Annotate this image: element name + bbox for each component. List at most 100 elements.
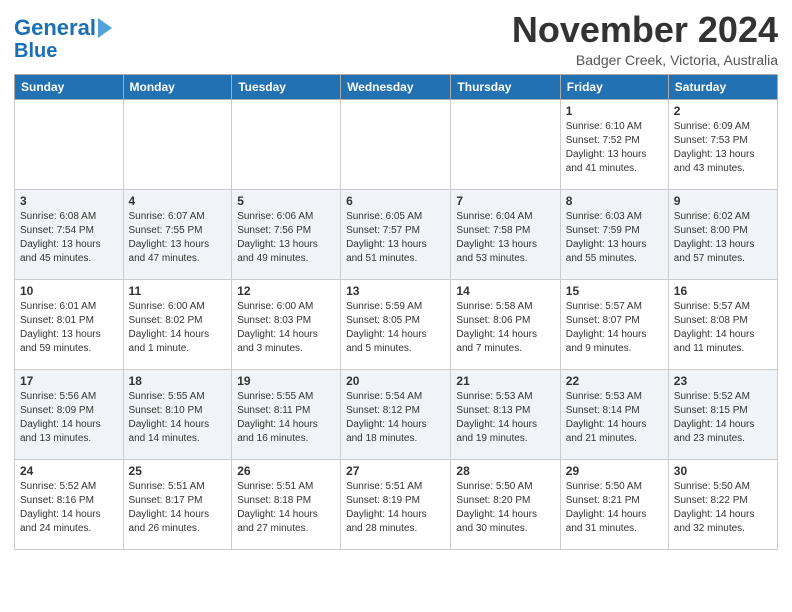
day-number: 15 bbox=[566, 284, 663, 298]
weekday-header: Friday bbox=[560, 74, 668, 99]
calendar-cell: 7 Sunrise: 6:04 AM Sunset: 7:58 PM Daylig… bbox=[451, 189, 560, 279]
day-info: Sunrise: 6:03 AM Sunset: 7:59 PM Dayligh… bbox=[566, 210, 663, 266]
day-number: 25 bbox=[129, 464, 227, 478]
weekday-header: Monday bbox=[123, 74, 232, 99]
day-number: 8 bbox=[566, 194, 663, 208]
day-info: Sunrise: 6:10 AM Sunset: 7:52 PM Dayligh… bbox=[566, 120, 663, 176]
day-number: 11 bbox=[129, 284, 227, 298]
month-title: November 2024 bbox=[512, 10, 778, 50]
calendar-cell: 22 Sunrise: 5:53 AM Sunset: 8:14 PM Dayli… bbox=[560, 369, 668, 459]
day-number: 20 bbox=[346, 374, 445, 388]
weekday-header: Tuesday bbox=[232, 74, 341, 99]
day-info: Sunrise: 5:58 AM Sunset: 8:06 PM Dayligh… bbox=[456, 300, 554, 356]
day-info: Sunrise: 5:51 AM Sunset: 8:17 PM Dayligh… bbox=[129, 480, 227, 536]
day-info: Sunrise: 5:57 AM Sunset: 8:07 PM Dayligh… bbox=[566, 300, 663, 356]
day-number: 4 bbox=[129, 194, 227, 208]
day-info: Sunrise: 5:53 AM Sunset: 8:13 PM Dayligh… bbox=[456, 390, 554, 446]
day-info: Sunrise: 6:00 AM Sunset: 8:03 PM Dayligh… bbox=[237, 300, 335, 356]
day-number: 6 bbox=[346, 194, 445, 208]
day-number: 5 bbox=[237, 194, 335, 208]
calendar-cell: 20 Sunrise: 5:54 AM Sunset: 8:12 PM Dayli… bbox=[341, 369, 451, 459]
calendar-cell: 13Sunrise: 5:59 AM Sunset: 8:05 PM Dayli… bbox=[341, 279, 451, 369]
calendar-cell: 3Sunrise: 6:08 AM Sunset: 7:54 PM Daylig… bbox=[15, 189, 124, 279]
calendar-cell: 27 Sunrise: 5:51 AM Sunset: 8:19 PM Dayli… bbox=[341, 459, 451, 549]
calendar-week-row: 1 Sunrise: 6:10 AM Sunset: 7:52 PM Daylig… bbox=[15, 99, 778, 189]
calendar-cell: 21Sunrise: 5:53 AM Sunset: 8:13 PM Dayli… bbox=[451, 369, 560, 459]
calendar-cell: 4 Sunrise: 6:07 AM Sunset: 7:55 PM Daylig… bbox=[123, 189, 232, 279]
weekday-header: Wednesday bbox=[341, 74, 451, 99]
day-info: Sunrise: 5:51 AM Sunset: 8:18 PM Dayligh… bbox=[237, 480, 335, 536]
day-info: Sunrise: 6:02 AM Sunset: 8:00 PM Dayligh… bbox=[674, 210, 772, 266]
calendar-cell: 14 Sunrise: 5:58 AM Sunset: 8:06 PM Dayli… bbox=[451, 279, 560, 369]
day-number: 12 bbox=[237, 284, 335, 298]
day-info: Sunrise: 5:50 AM Sunset: 8:22 PM Dayligh… bbox=[674, 480, 772, 536]
calendar-cell: 15 Sunrise: 5:57 AM Sunset: 8:07 PM Dayli… bbox=[560, 279, 668, 369]
day-number: 7 bbox=[456, 194, 554, 208]
calendar-cell: 5Sunrise: 6:06 AM Sunset: 7:56 PM Daylig… bbox=[232, 189, 341, 279]
logo-arrow-icon bbox=[98, 18, 112, 38]
calendar-cell: 6Sunrise: 6:05 AM Sunset: 7:57 PM Daylig… bbox=[341, 189, 451, 279]
day-info: Sunrise: 5:57 AM Sunset: 8:08 PM Dayligh… bbox=[674, 300, 772, 356]
weekday-header: Thursday bbox=[451, 74, 560, 99]
day-info: Sunrise: 6:07 AM Sunset: 7:55 PM Dayligh… bbox=[129, 210, 227, 266]
day-info: Sunrise: 6:00 AM Sunset: 8:02 PM Dayligh… bbox=[129, 300, 227, 356]
day-info: Sunrise: 5:52 AM Sunset: 8:16 PM Dayligh… bbox=[20, 480, 118, 536]
calendar-table: SundayMondayTuesdayWednesdayThursdayFrid… bbox=[14, 74, 778, 550]
day-info: Sunrise: 5:53 AM Sunset: 8:14 PM Dayligh… bbox=[566, 390, 663, 446]
day-info: Sunrise: 5:56 AM Sunset: 8:09 PM Dayligh… bbox=[20, 390, 118, 446]
calendar-header-row: SundayMondayTuesdayWednesdayThursdayFrid… bbox=[15, 74, 778, 99]
day-info: Sunrise: 5:50 AM Sunset: 8:21 PM Dayligh… bbox=[566, 480, 663, 536]
day-info: Sunrise: 5:55 AM Sunset: 8:10 PM Dayligh… bbox=[129, 390, 227, 446]
weekday-header: Saturday bbox=[668, 74, 777, 99]
calendar-cell: 10Sunrise: 6:01 AM Sunset: 8:01 PM Dayli… bbox=[15, 279, 124, 369]
day-info: Sunrise: 5:52 AM Sunset: 8:15 PM Dayligh… bbox=[674, 390, 772, 446]
calendar-cell bbox=[123, 99, 232, 189]
calendar-cell: 17Sunrise: 5:56 AM Sunset: 8:09 PM Dayli… bbox=[15, 369, 124, 459]
day-number: 9 bbox=[674, 194, 772, 208]
day-number: 13 bbox=[346, 284, 445, 298]
calendar-cell: 23Sunrise: 5:52 AM Sunset: 8:15 PM Dayli… bbox=[668, 369, 777, 459]
day-number: 26 bbox=[237, 464, 335, 478]
calendar-week-row: 17Sunrise: 5:56 AM Sunset: 8:09 PM Dayli… bbox=[15, 369, 778, 459]
day-number: 22 bbox=[566, 374, 663, 388]
calendar-cell: 18 Sunrise: 5:55 AM Sunset: 8:10 PM Dayli… bbox=[123, 369, 232, 459]
logo-text: General bbox=[14, 16, 96, 40]
calendar-cell: 26 Sunrise: 5:51 AM Sunset: 8:18 PM Dayli… bbox=[232, 459, 341, 549]
header: General Blue November 2024 Badger Creek,… bbox=[14, 10, 778, 68]
day-info: Sunrise: 6:09 AM Sunset: 7:53 PM Dayligh… bbox=[674, 120, 772, 176]
day-number: 1 bbox=[566, 104, 663, 118]
day-info: Sunrise: 6:01 AM Sunset: 8:01 PM Dayligh… bbox=[20, 300, 118, 356]
calendar-cell: 16 Sunrise: 5:57 AM Sunset: 8:08 PM Dayli… bbox=[668, 279, 777, 369]
calendar-cell: 1 Sunrise: 6:10 AM Sunset: 7:52 PM Daylig… bbox=[560, 99, 668, 189]
day-info: Sunrise: 5:51 AM Sunset: 8:19 PM Dayligh… bbox=[346, 480, 445, 536]
day-number: 28 bbox=[456, 464, 554, 478]
day-number: 14 bbox=[456, 284, 554, 298]
calendar-week-row: 24 Sunrise: 5:52 AM Sunset: 8:16 PM Dayli… bbox=[15, 459, 778, 549]
calendar-cell: 9 Sunrise: 6:02 AM Sunset: 8:00 PM Daylig… bbox=[668, 189, 777, 279]
calendar-cell bbox=[451, 99, 560, 189]
day-number: 16 bbox=[674, 284, 772, 298]
day-number: 24 bbox=[20, 464, 118, 478]
calendar-cell: 24 Sunrise: 5:52 AM Sunset: 8:16 PM Dayli… bbox=[15, 459, 124, 549]
calendar-cell: 19Sunrise: 5:55 AM Sunset: 8:11 PM Dayli… bbox=[232, 369, 341, 459]
calendar-cell: 8 Sunrise: 6:03 AM Sunset: 7:59 PM Daylig… bbox=[560, 189, 668, 279]
calendar-cell: 30Sunrise: 5:50 AM Sunset: 8:22 PM Dayli… bbox=[668, 459, 777, 549]
calendar-cell: 2 Sunrise: 6:09 AM Sunset: 7:53 PM Daylig… bbox=[668, 99, 777, 189]
day-number: 18 bbox=[129, 374, 227, 388]
calendar-cell: 25 Sunrise: 5:51 AM Sunset: 8:17 PM Dayli… bbox=[123, 459, 232, 549]
day-info: Sunrise: 6:08 AM Sunset: 7:54 PM Dayligh… bbox=[20, 210, 118, 266]
logo: General Blue bbox=[14, 16, 112, 62]
day-info: Sunrise: 5:54 AM Sunset: 8:12 PM Dayligh… bbox=[346, 390, 445, 446]
day-number: 27 bbox=[346, 464, 445, 478]
day-info: Sunrise: 6:04 AM Sunset: 7:58 PM Dayligh… bbox=[456, 210, 554, 266]
day-info: Sunrise: 5:55 AM Sunset: 8:11 PM Dayligh… bbox=[237, 390, 335, 446]
day-number: 2 bbox=[674, 104, 772, 118]
calendar-cell: 12 Sunrise: 6:00 AM Sunset: 8:03 PM Dayli… bbox=[232, 279, 341, 369]
calendar-week-row: 10Sunrise: 6:01 AM Sunset: 8:01 PM Dayli… bbox=[15, 279, 778, 369]
subtitle: Badger Creek, Victoria, Australia bbox=[512, 52, 778, 68]
calendar-cell bbox=[232, 99, 341, 189]
logo-blue-text: Blue bbox=[14, 40, 57, 62]
calendar-cell: 28Sunrise: 5:50 AM Sunset: 8:20 PM Dayli… bbox=[451, 459, 560, 549]
calendar-cell: 11 Sunrise: 6:00 AM Sunset: 8:02 PM Dayli… bbox=[123, 279, 232, 369]
calendar-cell bbox=[15, 99, 124, 189]
